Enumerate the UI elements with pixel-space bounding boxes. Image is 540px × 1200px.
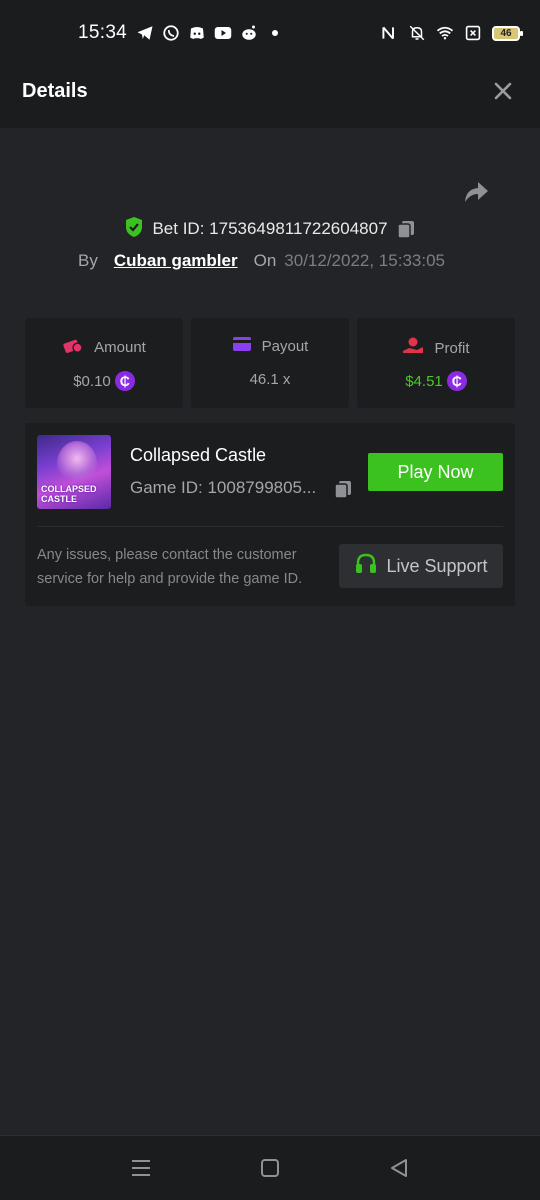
nfc-icon: [380, 24, 398, 42]
game-id: Game ID: 1008799805...: [130, 478, 317, 497]
whatsapp-icon: [162, 24, 180, 42]
stat-value: $4.51: [405, 372, 443, 390]
bet-id-row: Bet ID: 1753649811722604807: [0, 216, 540, 242]
stat-label: Payout: [261, 337, 309, 355]
stat-card-amount: Amount $0.10 ₵: [25, 318, 183, 408]
home-icon[interactable]: [258, 1156, 282, 1180]
bet-id: Bet ID: 1753649811722604807: [152, 219, 388, 238]
reddit-icon: [240, 24, 258, 42]
stat-card-payout: Payout 46.1 x: [191, 318, 349, 408]
system-icons: 46: [380, 24, 523, 42]
copy-bet-id-icon[interactable]: [396, 219, 416, 239]
profit-icon: [402, 336, 424, 360]
coin-icon: ₵: [114, 371, 135, 391]
sim-x-icon: [464, 24, 482, 42]
status-time: 15:34: [78, 22, 128, 43]
stat-value: 46.1 x: [249, 371, 291, 388]
payout-card-icon: [232, 336, 252, 356]
by-label: By: [78, 251, 98, 270]
youtube-icon: [214, 24, 232, 42]
live-support-label: Live Support: [386, 555, 488, 576]
bet-author-row: By Cuban gambler On 30/12/2022, 15:33:05: [78, 250, 445, 272]
game-card: COLLAPSED CASTLE Collapsed Castle Game I…: [25, 423, 515, 606]
close-icon[interactable]: [490, 78, 516, 104]
shield-check-icon: [124, 216, 144, 243]
game-thumbnail[interactable]: COLLAPSED CASTLE: [37, 435, 111, 509]
amount-icon: [62, 336, 84, 358]
telegram-icon: [136, 24, 154, 42]
system-nav-bar: [0, 1135, 540, 1200]
headset-icon: [354, 552, 378, 581]
game-art: [57, 441, 97, 485]
stat-label: Profit: [434, 339, 470, 357]
bet-datetime: 30/12/2022, 15:33:05: [284, 251, 445, 270]
status-bar: 15:34 46: [0, 0, 540, 56]
copy-game-id-icon[interactable]: [333, 479, 353, 499]
share-icon[interactable]: [462, 178, 490, 206]
bell-off-icon: [408, 24, 426, 42]
discord-icon: [188, 24, 206, 42]
back-icon[interactable]: [387, 1156, 411, 1180]
stat-card-profit: Profit $4.51 ₵: [357, 318, 515, 408]
coin-icon: ₵: [446, 371, 467, 391]
details-header: Details: [0, 56, 540, 128]
support-message: Any issues, please contact the customer …: [37, 547, 303, 587]
on-label: On: [253, 251, 277, 270]
game-logo-text: COLLAPSED CASTLE: [41, 484, 97, 504]
live-support-button[interactable]: Live Support: [339, 544, 503, 588]
game-title: Collapsed Castle: [130, 445, 267, 465]
wifi-icon: [436, 24, 454, 42]
menu-icon[interactable]: [129, 1156, 153, 1180]
username-link[interactable]: Cuban gambler: [114, 251, 238, 271]
stat-label: Amount: [94, 338, 146, 356]
bet-stats: Amount $0.10 ₵ Payout 46.1 x Profit $4.5…: [25, 318, 515, 408]
divider: [37, 526, 503, 527]
notification-icons: [136, 24, 284, 42]
stat-value: $0.10: [73, 372, 111, 390]
dot-icon: [266, 24, 284, 42]
play-now-button[interactable]: Play Now: [368, 453, 503, 491]
page-title: Details: [22, 80, 88, 102]
battery-indicator: 46: [492, 25, 523, 41]
